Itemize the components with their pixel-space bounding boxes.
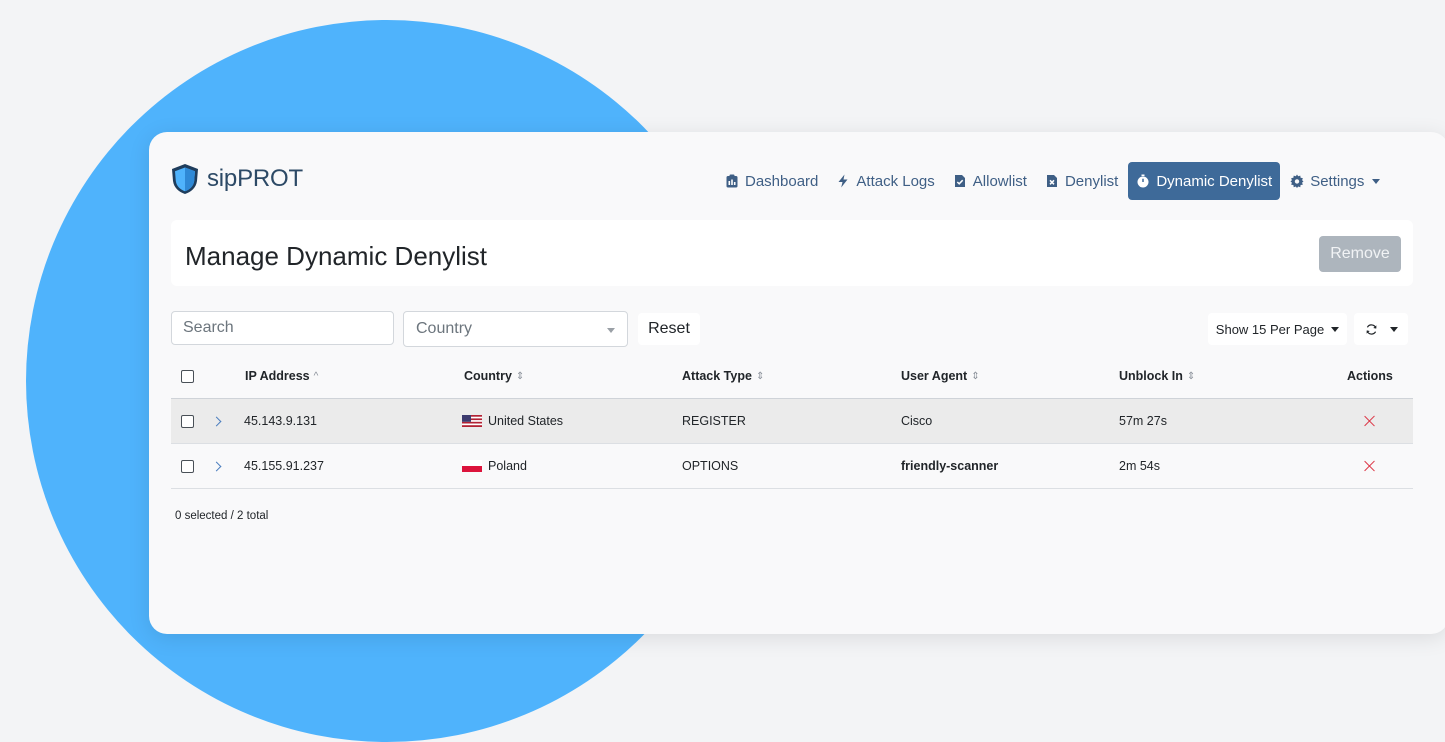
chevron-down-icon xyxy=(607,328,615,333)
nav-item-label: Dashboard xyxy=(745,172,819,190)
per-page-label: Show 15 Per Page xyxy=(1215,321,1325,337)
denylist-table: IP Address ^ Country ⇕ Attack Type ⇕ Use… xyxy=(171,354,1413,489)
nav-item-dynamic-denylist[interactable]: Dynamic Denylist xyxy=(1128,162,1281,200)
column-header-actions: Actions xyxy=(1347,354,1393,398)
select-all-checkbox[interactable] xyxy=(181,369,194,383)
sort-ascending-icon: ^ xyxy=(313,370,319,382)
nav-item-label: Settings xyxy=(1310,172,1365,190)
chevron-right-icon xyxy=(211,461,222,471)
country-select[interactable]: Country xyxy=(403,311,628,347)
column-label: User Agent xyxy=(901,369,968,383)
attack-type-cell: REGISTER xyxy=(682,414,746,428)
column-header-user-agent[interactable]: User Agent ⇕ xyxy=(901,354,980,398)
attack-type-cell: OPTIONS xyxy=(682,459,739,473)
per-page-dropdown[interactable]: Show 15 Per Page xyxy=(1208,313,1347,345)
page-header: Manage Dynamic Denylist Remove xyxy=(171,220,1413,286)
sort-icon: ⇕ xyxy=(971,370,980,382)
row-select-cell xyxy=(181,444,194,488)
brand-logo[interactable]: sipPROT xyxy=(171,162,303,196)
column-label: Attack Type xyxy=(682,369,752,383)
remove-button[interactable]: Remove xyxy=(1319,236,1401,272)
table-row[interactable]: 45.143.9.131 United States REGISTER Cisc… xyxy=(171,399,1413,444)
ip-address-cell: 45.143.9.131 xyxy=(244,414,317,428)
lightning-icon xyxy=(838,174,848,188)
gear-icon xyxy=(1290,174,1304,188)
refresh-icon[interactable] xyxy=(1365,323,1378,336)
sort-icon: ⇕ xyxy=(755,370,765,382)
column-header-attack-type[interactable]: Attack Type ⇕ xyxy=(682,354,764,398)
close-icon xyxy=(1364,460,1376,472)
user-agent-cell: friendly-scanner xyxy=(901,459,999,473)
sort-icon: ⇕ xyxy=(515,370,525,382)
select-all-cell xyxy=(181,354,194,398)
country-name: Poland xyxy=(488,459,527,473)
nav-item-denylist[interactable]: Denylist xyxy=(1037,162,1126,200)
country-name: United States xyxy=(488,414,564,428)
chevron-down-icon xyxy=(1331,326,1340,332)
stopwatch-icon xyxy=(1137,174,1149,188)
file-x-icon xyxy=(1046,175,1057,187)
us-flag-icon xyxy=(462,415,482,427)
nav-item-label: Attack Logs xyxy=(856,172,935,190)
reset-button[interactable]: Reset xyxy=(638,313,700,345)
delete-row-button[interactable] xyxy=(1364,399,1376,443)
unblock-in-cell: 2m 54s xyxy=(1119,459,1160,473)
nav-item-attack-logs[interactable]: Attack Logs xyxy=(828,162,942,200)
expand-row-button[interactable] xyxy=(211,444,222,488)
column-label: IP Address xyxy=(245,369,310,383)
column-label: Actions xyxy=(1347,369,1393,383)
chevron-down-icon[interactable] xyxy=(1389,326,1398,332)
nav-item-allowlist[interactable]: Allowlist xyxy=(945,162,1035,200)
app-window: sipPROT Dashboard Attack Logs Allowlist … xyxy=(149,132,1445,634)
table-header-row: IP Address ^ Country ⇕ Attack Type ⇕ Use… xyxy=(171,354,1413,399)
file-check-icon xyxy=(954,175,965,187)
ip-address-cell: 45.155.91.237 xyxy=(244,459,324,473)
selection-summary: 0 selected / 2 total xyxy=(175,510,269,522)
nav-item-label: Allowlist xyxy=(972,172,1027,190)
pl-flag-icon xyxy=(462,460,482,472)
shield-logo-icon xyxy=(172,164,198,194)
row-checkbox[interactable] xyxy=(181,414,194,428)
table-row[interactable]: 45.155.91.237 Poland OPTIONS friendly-sc… xyxy=(171,444,1413,489)
nav-item-settings[interactable]: Settings xyxy=(1282,162,1388,200)
column-label: Country xyxy=(464,369,512,383)
search-input[interactable] xyxy=(171,311,394,345)
close-icon xyxy=(1364,415,1376,427)
country-select-placeholder: Country xyxy=(416,320,473,337)
page-title: Manage Dynamic Denylist xyxy=(185,241,488,271)
chevron-down-icon xyxy=(1372,178,1381,184)
row-checkbox[interactable] xyxy=(181,459,194,473)
clipboard-icon xyxy=(726,174,738,188)
expand-row-button[interactable] xyxy=(211,399,222,443)
nav-item-dashboard[interactable]: Dashboard xyxy=(717,162,826,200)
refresh-split-button[interactable] xyxy=(1354,313,1408,345)
main-nav: Dashboard Attack Logs Allowlist Denylist… xyxy=(717,162,1390,200)
column-header-ip-address[interactable]: IP Address ^ xyxy=(245,354,318,398)
country-cell: Poland xyxy=(462,444,527,488)
row-select-cell xyxy=(181,399,194,443)
brand-name: sipPROT xyxy=(207,165,303,192)
chevron-right-icon xyxy=(211,416,222,426)
sort-icon: ⇕ xyxy=(1186,370,1196,382)
delete-row-button[interactable] xyxy=(1364,444,1376,488)
country-cell: United States xyxy=(462,399,563,443)
user-agent-cell: Cisco xyxy=(901,414,933,428)
nav-item-label: Dynamic Denylist xyxy=(1156,172,1273,190)
unblock-in-cell: 57m 27s xyxy=(1119,414,1167,428)
column-header-unblock-in[interactable]: Unblock In ⇕ xyxy=(1119,354,1195,398)
column-header-country[interactable]: Country ⇕ xyxy=(464,354,524,398)
nav-item-label: Denylist xyxy=(1064,172,1119,190)
column-label: Unblock In xyxy=(1119,369,1183,383)
